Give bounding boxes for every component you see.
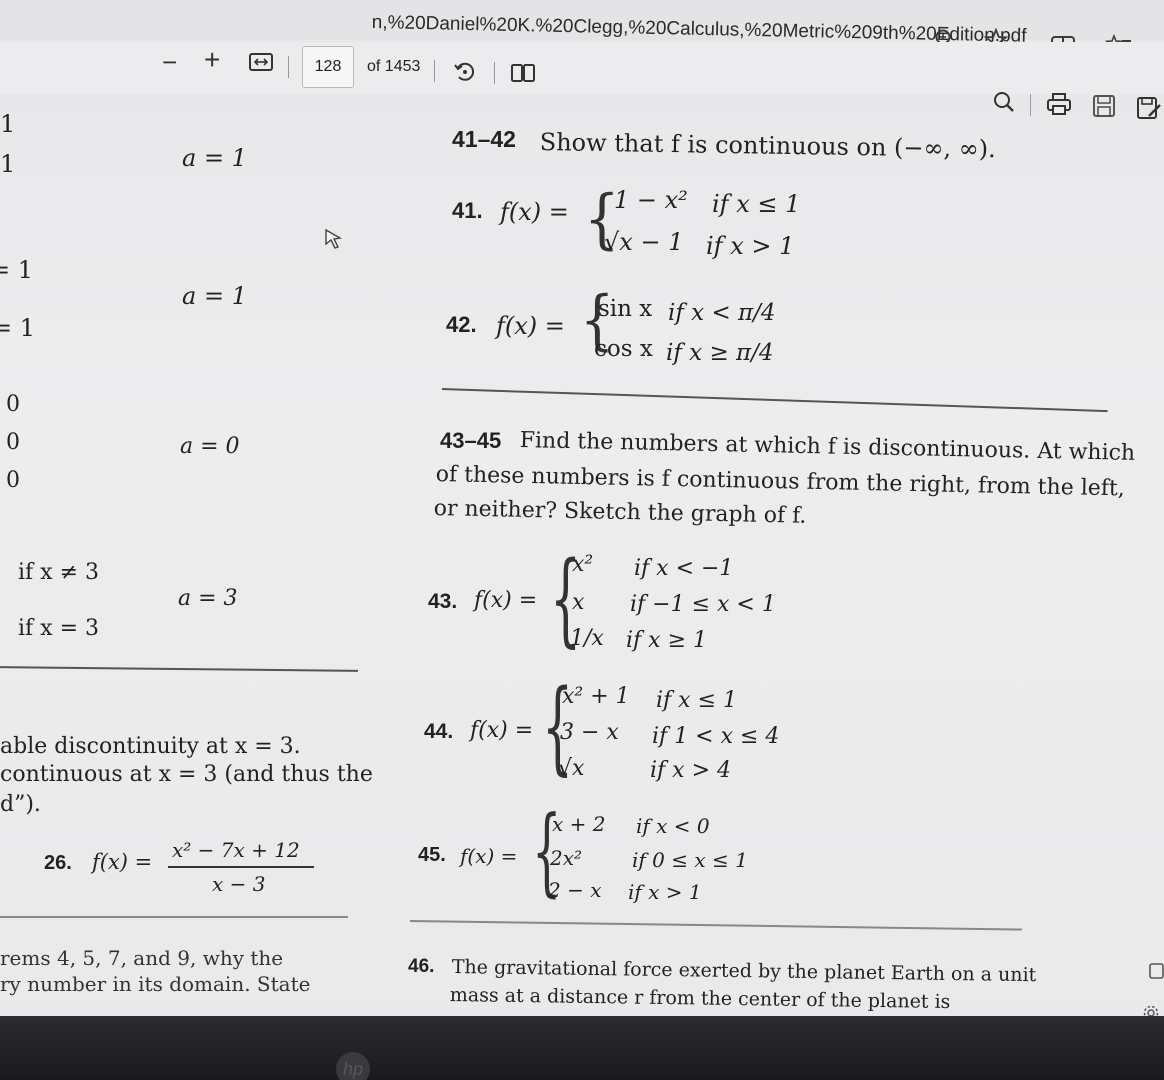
answer-a: a = 0 [180,434,240,459]
piece-condition: if x > 1 [628,880,702,904]
problem-number: 42. [446,312,477,337]
piece-condition: if x > 4 [650,758,731,783]
two-page-view-icon[interactable] [510,62,536,89]
function-label: f(x) = [500,198,569,226]
piece-condition: if 0 ≤ x ≤ 1 [632,848,748,872]
body-text: The gravitational force exerted by the p… [451,956,1037,987]
page-number-input[interactable]: 128 [302,46,354,88]
piece-condition: if x < 0 [636,814,710,838]
problem-number: 43. [428,590,458,613]
piece-expression: x² [572,552,594,577]
fit-width-icon[interactable] [248,52,274,77]
piece-expression: 2 − x [548,878,602,902]
piece-condition: if x ≤ 1 [656,688,737,713]
search-icon[interactable] [992,90,1016,119]
edge-text: = 1 [0,256,34,284]
answer-a: a = 1 [182,144,247,172]
piece-expression: 3 − x [560,720,619,745]
edge-text: 0 [6,468,20,493]
zoom-out-button[interactable]: − [162,49,177,75]
function-label: f(x) = [460,844,518,868]
laptop-bezel [0,1016,1164,1080]
problem-number: 41. [452,198,483,223]
rotate-icon[interactable] [452,58,478,89]
answer-a: a = 3 [178,586,238,611]
body-text: rems 4, 5, 7, and 9, why the [0,946,284,970]
piece-expression: 1 − x² [614,186,688,214]
hp-logo: hp [336,1052,370,1080]
fraction-bar [168,866,314,868]
answer-text: continuous at x = 3 (and thus the [0,762,373,787]
piece-expression: x + 2 [552,812,606,836]
piece-expression: x [572,590,585,615]
piece-condition: if x ≤ 1 [712,190,801,218]
piece-expression: sin x [598,296,653,322]
piece-expression: 2x² [550,846,583,870]
edge-text: 0 [6,392,20,417]
piece-condition: if x ≥ π/4 [666,340,774,366]
piece-condition: if x < π/4 [668,300,776,326]
piece-expression: x² + 1 [562,684,630,709]
screen-photo: n,%20Daniel%20K.%20Clegg,%20Calculus,%20… [0,0,1164,1080]
problem-number: 45. [418,844,446,866]
piece-expression: √x [558,756,585,781]
edge-text: 1 [0,150,16,178]
fraction-denominator: x − 3 [212,872,266,896]
piece-condition: if x < −1 [634,556,734,581]
page-total-label: of 1453 [367,58,421,75]
piece-expression: 1/x [570,626,604,651]
section-divider [441,388,1108,412]
problem-number: 44. [424,720,454,743]
piece-expression: √x − 1 [604,228,684,256]
function-label: f(x) = [496,312,565,340]
case-condition: if x = 3 [18,616,99,641]
body-text: mass at a distance r from the center of … [449,984,951,1013]
piece-condition: if 1 < x ≤ 4 [652,724,780,749]
toolbar-divider [494,62,495,84]
piece-condition: if −1 ≤ x < 1 [630,592,776,617]
print-icon[interactable] [1046,92,1072,121]
answer-text: able discontinuity at x = 3. [0,734,301,759]
exercise-range: 41–42 [452,126,516,152]
exercise-instruction: of these numbers is f continuous from th… [435,462,1126,502]
problem-number: 46. [408,956,435,977]
edge-text: 1 [0,110,16,138]
toolbar-divider [434,60,435,82]
function-label: f(x) = [92,850,153,874]
exercise-instruction: Show that f is continuous on (−∞, ∞). [539,128,996,164]
save-icon[interactable] [1092,94,1116,123]
piece-expression: cos x [594,336,653,362]
edge-text: = 1 [0,314,36,342]
zoom-in-button[interactable]: + [204,46,220,74]
toolbar-divider [288,56,289,78]
save-as-icon[interactable] [1136,96,1162,125]
answer-a: a = 1 [182,282,247,310]
section-divider [409,920,1022,931]
section-divider [0,666,358,672]
answer-text: d”). [0,792,41,817]
function-label: f(x) = [474,588,538,613]
sidebar-square-icon[interactable] [1148,962,1164,985]
section-divider [0,916,348,918]
edge-text: 0 [6,430,20,455]
piece-condition: if x ≥ 1 [626,628,707,653]
problem-number: 26. [44,852,72,874]
function-label: f(x) = [470,718,534,743]
case-condition: if x ≠ 3 [18,560,99,585]
exercise-instruction: or neither? Sketch the graph of f. [433,496,807,529]
piece-condition: if x > 1 [706,232,795,260]
fraction-numerator: x² − 7x + 12 [172,838,300,862]
toolbar-divider [1030,94,1031,116]
mouse-cursor-icon [324,228,344,255]
exercise-range: 43–45 [440,428,502,453]
body-text: ry number in its domain. State [0,972,311,996]
exercise-instruction: Find the numbers at which f is discontin… [519,428,1136,466]
